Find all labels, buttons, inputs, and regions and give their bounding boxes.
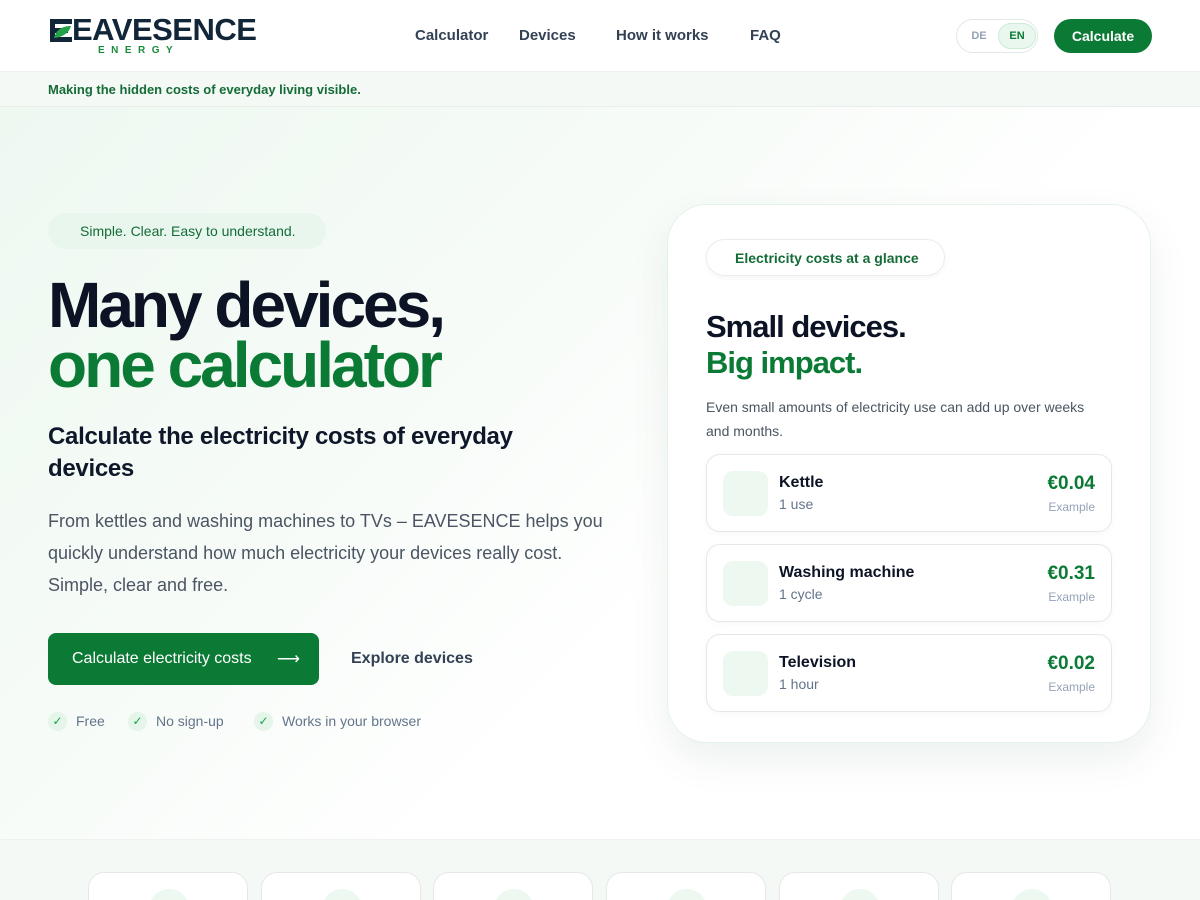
header-calculate-button[interactable]: Calculate — [1054, 19, 1152, 53]
device-name: Kettle — [779, 474, 824, 491]
glance-card: Electricity costs at a glance Small devi… — [667, 204, 1151, 743]
feature-label: Free — [76, 713, 105, 729]
device-cost: €0.31 — [1047, 563, 1095, 584]
device-tile[interactable] — [433, 872, 593, 900]
device-tile-icon — [494, 889, 534, 900]
hero-section: Simple. Clear. Easy to understand. Many … — [0, 107, 1200, 839]
device-usage: 1 use — [779, 496, 814, 512]
glance-title-line2: Big impact. — [706, 345, 863, 380]
glance-desc: Even small amounts of electricity use ca… — [706, 399, 1085, 439]
kettle-icon — [723, 471, 768, 516]
device-cost: €0.04 — [1047, 473, 1095, 494]
device-tile[interactable] — [88, 872, 248, 900]
tagline-strip: Making the hidden costs of everyday livi… — [0, 72, 1200, 107]
device-note: Example — [1048, 680, 1095, 694]
hero-title-line1: Many devices, — [48, 269, 446, 341]
device-tile-icon — [322, 889, 362, 900]
calculate-costs-button[interactable]: Calculate electricity costs ⟶ — [48, 633, 319, 685]
nav-how-it-works[interactable]: How it works — [616, 26, 709, 46]
check-icon: ✓ — [48, 712, 67, 731]
hero-pill: Simple. Clear. Easy to understand. — [48, 213, 326, 249]
glance-pill: Electricity costs at a glance — [706, 239, 945, 276]
site-header: EAVESENCE ENERGY Calculator Devices How … — [0, 0, 1200, 72]
device-tile[interactable] — [606, 872, 766, 900]
device-usage: 1 cycle — [779, 586, 823, 602]
brand-logo[interactable]: EAVESENCE ENERGY — [48, 14, 257, 58]
device-tile-icon — [1012, 889, 1052, 900]
washing-machine-icon — [723, 561, 768, 606]
device-tile-icon — [149, 889, 189, 900]
device-tile-icon — [667, 889, 707, 900]
device-tile-icon — [840, 889, 880, 900]
tagline-text: Making the hidden costs of everyday livi… — [48, 82, 361, 97]
device-tile[interactable] — [261, 872, 421, 900]
television-icon — [723, 651, 768, 696]
nav-calculator[interactable]: Calculator — [415, 26, 488, 46]
glance-title-line1: Small devices. — [706, 309, 907, 344]
lang-de[interactable]: DE — [960, 23, 998, 49]
device-row-kettle[interactable]: Kettle 1 use €0.04 Example — [706, 454, 1112, 532]
brand-name: EAVESENCE — [72, 12, 257, 47]
device-cost: €0.02 — [1047, 653, 1095, 674]
brand-sub: ENERGY — [98, 45, 180, 56]
arrow-right-icon: ⟶ — [277, 651, 300, 668]
lang-en[interactable]: EN — [998, 23, 1036, 49]
check-icon: ✓ — [254, 712, 273, 731]
device-tile[interactable] — [951, 872, 1111, 900]
device-name: Washing machine — [779, 564, 915, 581]
nav-devices[interactable]: Devices — [519, 26, 576, 46]
device-row-television[interactable]: Television 1 hour €0.02 Example — [706, 634, 1112, 712]
feature-label: Works in your browser — [282, 713, 422, 729]
hero-subtitle: Calculate the electricity costs of every… — [48, 423, 513, 482]
hero-lead: From kettles and washing machines to TVs… — [48, 511, 603, 595]
nav-faq[interactable]: FAQ — [750, 26, 781, 46]
hero-title-line2: one calculator — [48, 329, 443, 401]
language-toggle: DE EN — [956, 19, 1038, 53]
device-note: Example — [1048, 500, 1095, 514]
feature-label: No sign-up — [156, 713, 224, 729]
device-tile[interactable] — [779, 872, 939, 900]
explore-devices-link[interactable]: Explore devices — [351, 649, 473, 669]
device-row-washing-machine[interactable]: Washing machine 1 cycle €0.31 Example — [706, 544, 1112, 622]
device-tiles-band — [0, 839, 1200, 900]
device-usage: 1 hour — [779, 676, 819, 692]
device-name: Television — [779, 654, 857, 671]
check-icon: ✓ — [128, 712, 147, 731]
hero-pill-text: Simple. Clear. Easy to understand. — [80, 223, 296, 239]
leaf-icon — [50, 19, 72, 42]
device-note: Example — [1048, 590, 1095, 604]
glance-pill-text: Electricity costs at a glance — [735, 250, 919, 266]
calculate-costs-label: Calculate electricity costs — [72, 650, 252, 667]
